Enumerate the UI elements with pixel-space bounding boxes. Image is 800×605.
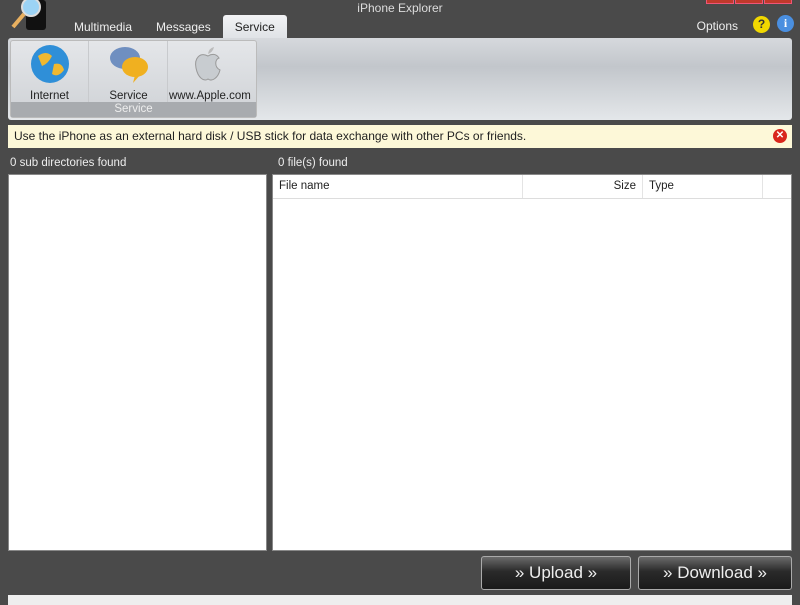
directories-count: 0 sub directories found xyxy=(10,157,127,169)
notice-text: Use the iPhone as an external hard disk … xyxy=(14,129,527,143)
tab-messages[interactable]: Messages xyxy=(144,15,223,39)
directory-tree[interactable] xyxy=(8,174,267,551)
options-menu[interactable]: Options xyxy=(697,19,738,33)
status-bar xyxy=(8,595,792,605)
service-group: Internet Service www.Apple.com Service xyxy=(10,40,257,118)
tab-service[interactable]: Service xyxy=(222,15,287,39)
apple-label: www.Apple.com xyxy=(169,90,251,102)
app-logo-icon xyxy=(11,0,46,30)
main-tabs: Multimedia Messages Service xyxy=(62,15,287,39)
internet-button[interactable]: Internet xyxy=(11,41,89,104)
info-notice: Use the iPhone as an external hard disk … xyxy=(8,125,792,148)
service-label: Service xyxy=(109,90,148,102)
group-label: Service xyxy=(11,102,256,117)
ribbon: Internet Service www.Apple.com Service xyxy=(8,38,792,120)
close-icon[interactable]: ✕ xyxy=(773,129,787,143)
service-button[interactable]: Service xyxy=(90,41,168,104)
download-button[interactable]: » Download » xyxy=(638,556,792,590)
file-list-header: File name Size Type xyxy=(273,175,791,199)
window-controls xyxy=(705,0,792,4)
globe-icon xyxy=(31,45,69,83)
internet-label: Internet xyxy=(30,90,69,102)
files-count: 0 file(s) found xyxy=(278,157,348,169)
maximize-button[interactable] xyxy=(735,0,763,4)
minimize-button[interactable] xyxy=(706,0,734,4)
chat-bubbles-icon xyxy=(110,47,148,83)
column-type[interactable]: Type xyxy=(643,175,763,198)
window-title: iPhone Explorer xyxy=(357,1,443,15)
tab-multimedia[interactable]: Multimedia xyxy=(62,15,144,39)
help-icon[interactable]: ? xyxy=(753,16,770,33)
column-size[interactable]: Size xyxy=(523,175,643,198)
apple-website-button[interactable]: www.Apple.com xyxy=(169,41,251,104)
info-icon[interactable]: i xyxy=(777,15,794,32)
close-window-button[interactable] xyxy=(764,0,792,4)
column-file-name[interactable]: File name xyxy=(273,175,523,198)
apple-icon xyxy=(195,47,221,81)
upload-button[interactable]: » Upload » xyxy=(481,556,631,590)
file-list[interactable]: File name Size Type xyxy=(272,174,792,551)
